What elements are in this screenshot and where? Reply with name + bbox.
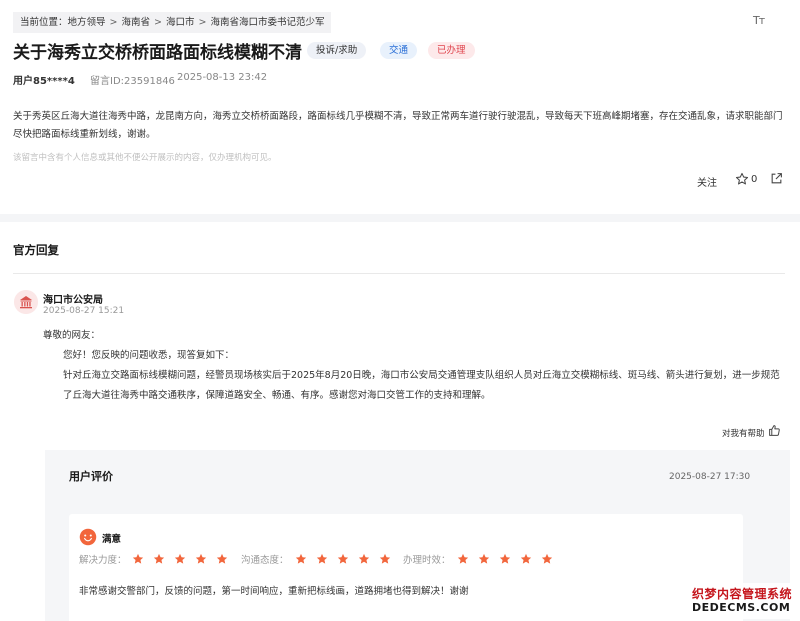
- message-content: 关于秀英区丘海大道往海秀中路，龙昆南方向，海秀立交桥桥面路段，路面标线几乎模糊不…: [13, 111, 783, 140]
- message-user: 用户85****4: [13, 76, 75, 87]
- star-icon: [520, 553, 532, 564]
- evaluation-date: 2025-08-27 17:30: [669, 472, 751, 482]
- star-icon: [216, 553, 228, 564]
- star-icon[interactable]: [735, 172, 749, 186]
- star-icon: [295, 553, 307, 564]
- breadcrumb: 当前位置：地方领导 > 海南省 > 海口市 > 海南省海口市委书记范少军: [13, 12, 332, 33]
- star-icon: [379, 553, 391, 564]
- site-watermark: 织梦内容管理系统 DEDECMS.COM: [686, 583, 798, 619]
- reply-org-name: 海口市公安局: [43, 295, 103, 306]
- user-evaluation-card: 用户评价 2025-08-27 17:30 满意 解决力度： 沟通态度： 办理时…: [45, 450, 790, 621]
- watermark-en: DEDECMS.COM: [692, 601, 791, 614]
- government-building-icon: [14, 290, 38, 314]
- page-title: 关于海秀立交桥桥面路面标线模糊不清: [13, 43, 302, 63]
- reply-line-1: 您好！您反映的问题收悉，现答复如下：: [63, 350, 235, 361]
- smile-icon: [79, 528, 97, 546]
- reply-greeting: 尊敬的网友：: [43, 330, 101, 341]
- status-badge: 已办理: [428, 42, 475, 59]
- domain-tag: 交通: [380, 42, 418, 59]
- star-icon: [541, 553, 553, 564]
- star-count: 0: [751, 174, 758, 185]
- star-icon: [195, 553, 207, 564]
- message-id: 留言ID:23591846: [90, 76, 175, 87]
- rating-label-attitude: 沟通态度：: [241, 555, 289, 566]
- breadcrumb-separator: >: [109, 17, 118, 28]
- reply-line-2: 针对丘海立交路面标线模糊问题，经警员现场核实后于2025年8月20日晚，海口市公…: [63, 370, 780, 401]
- satisfaction-label: 满意: [102, 534, 122, 545]
- star-icon: [478, 553, 490, 564]
- font-size-icon[interactable]: Tт: [753, 14, 765, 27]
- breadcrumb-item-province[interactable]: 海南省: [122, 17, 151, 28]
- rating-label-resolution: 解决力度：: [79, 555, 127, 566]
- star-icon: [132, 553, 144, 564]
- rating-stars-resolution: [132, 550, 237, 564]
- star-icon: [153, 553, 165, 564]
- breadcrumb-separator: >: [198, 17, 207, 28]
- thumbs-up-icon[interactable]: [768, 424, 781, 437]
- category-tag: 投诉/求助: [307, 42, 367, 59]
- star-icon: [316, 553, 328, 564]
- star-icon: [457, 553, 469, 564]
- message-date: 2025-08-13 23:42: [177, 72, 268, 83]
- star-icon: [358, 553, 370, 564]
- reply-heading: 官方回复: [13, 243, 59, 257]
- privacy-notice: 该留言中含有个人信息或其他不便公开展示的内容，仅办理机构可见。: [13, 153, 277, 163]
- evaluation-detail: 满意 解决力度： 沟通态度： 办理时效： 非常感谢交警部门，反馈的问题，第一时间…: [69, 514, 743, 621]
- star-icon: [337, 553, 349, 564]
- rating-stars-timeliness: [457, 550, 562, 564]
- share-icon[interactable]: [770, 172, 783, 185]
- reply-content: 尊敬的网友： 您好！您反映的问题收悉，现答复如下： 针对丘海立交路面标线模糊问题…: [43, 326, 788, 406]
- breadcrumb-item-city[interactable]: 海口市: [166, 17, 195, 28]
- rating-label-timeliness: 办理时效：: [403, 555, 451, 566]
- follow-button[interactable]: 关注: [697, 174, 717, 189]
- message-panel: 当前位置：地方领导 > 海南省 > 海口市 > 海南省海口市委书记范少军 Tт 关于海秀立交…: [0, 0, 800, 216]
- breadcrumb-label: 当前位置：: [20, 17, 68, 28]
- breadcrumb-item-leader[interactable]: 地方领导: [68, 17, 106, 28]
- star-icon: [174, 553, 186, 564]
- rating-stars-attitude: [295, 550, 400, 564]
- divider: [13, 273, 785, 274]
- reply-date: 2025-08-27 15:21: [43, 306, 125, 316]
- star-icon: [499, 553, 511, 564]
- breadcrumb-separator: >: [154, 17, 162, 28]
- evaluation-comment: 非常感谢交警部门，反馈的问题，第一时间响应，重新把标线画，道路拥堵也得到解决！谢…: [79, 586, 469, 597]
- watermark-cn: 织梦内容管理系统: [692, 587, 793, 601]
- section-divider: [0, 214, 800, 222]
- helpful-button[interactable]: 对我有帮助: [722, 427, 765, 439]
- breadcrumb-item-official[interactable]: 海南省海口市委书记范少军: [210, 17, 324, 28]
- evaluation-title: 用户评价: [69, 470, 113, 483]
